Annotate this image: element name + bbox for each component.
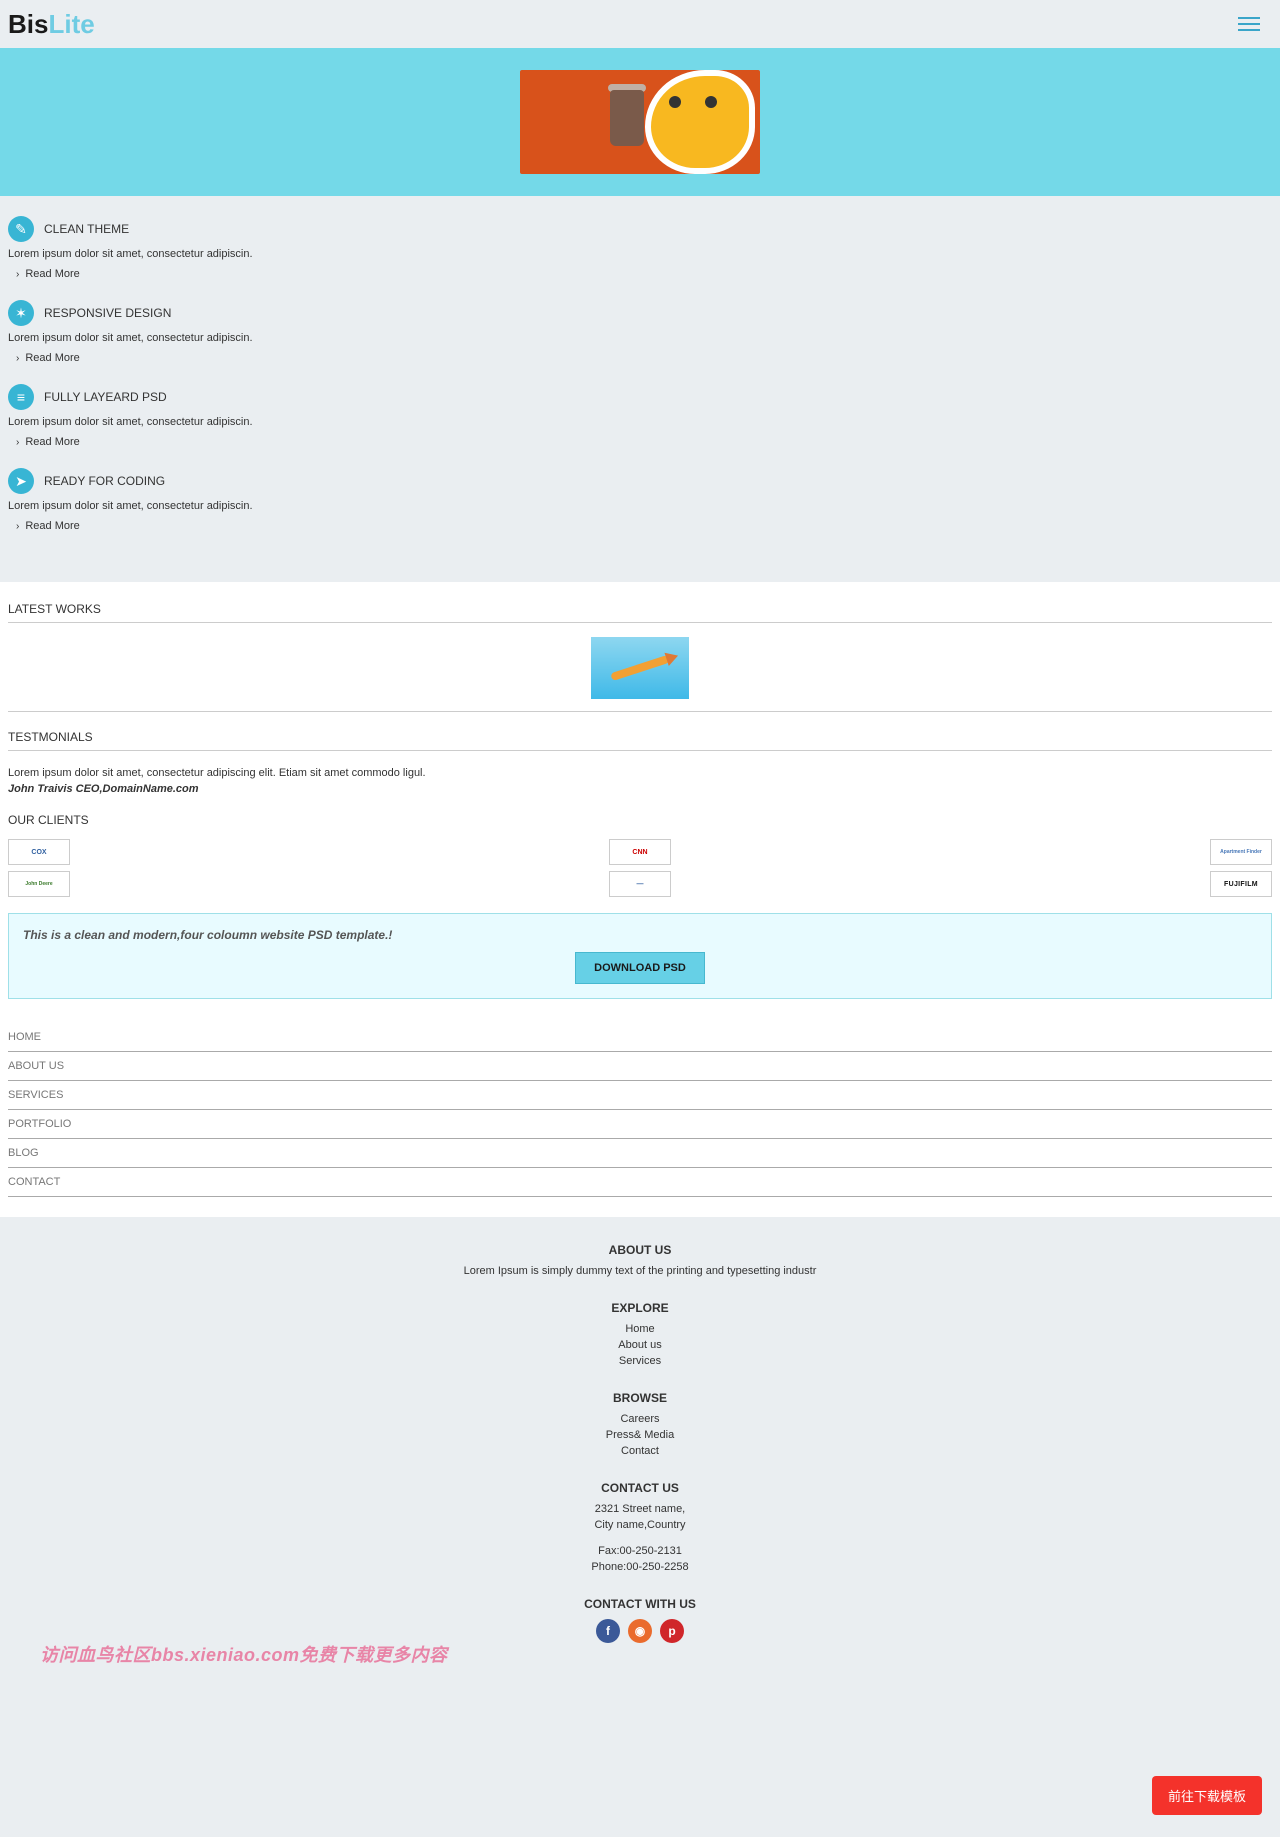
facebook-icon[interactable]: f bbox=[596, 1619, 620, 1643]
testimonial-text: Lorem ipsum dolor sit amet, consectetur … bbox=[8, 767, 1272, 779]
client-logo[interactable]: — bbox=[609, 871, 671, 897]
footer-link[interactable]: Services bbox=[8, 1355, 1272, 1367]
main-content: LATEST WORKS TESTMONIALS Lorem ipsum dol… bbox=[0, 582, 1280, 1217]
topbar: BisLite bbox=[0, 0, 1280, 48]
footer-browse: BROWSE Careers Press& Media Contact bbox=[8, 1391, 1272, 1457]
footer-link[interactable]: About us bbox=[8, 1339, 1272, 1351]
footer-phone: Phone:00-250-2258 bbox=[8, 1561, 1272, 1573]
nav-portfolio[interactable]: PORTFOLIO bbox=[8, 1110, 1272, 1139]
feature-item: ✶ RESPONSIVE DESIGN Lorem ipsum dolor si… bbox=[8, 300, 1272, 364]
cursor-icon: ➤ bbox=[8, 468, 34, 494]
work-thumbnail[interactable] bbox=[591, 637, 689, 699]
download-banner: This is a clean and modern,four coloumn … bbox=[8, 913, 1272, 999]
footer-address-2: City name,Country bbox=[8, 1519, 1272, 1531]
footer-explore-title: EXPLORE bbox=[8, 1301, 1272, 1315]
footer-link[interactable]: Home bbox=[8, 1323, 1272, 1335]
download-button[interactable]: DOWNLOAD PSD bbox=[575, 952, 705, 984]
logo-part-1: Bis bbox=[8, 9, 48, 39]
chevron-right-icon: › bbox=[16, 353, 19, 364]
clients-grid: COX CNN Apartment Finder John Deere — FU… bbox=[8, 833, 1272, 913]
feature-title: FULLY LAYEARD PSD bbox=[44, 390, 167, 404]
read-more-link[interactable]: ›Read More bbox=[16, 520, 1272, 532]
footer: ABOUT US Lorem Ipsum is simply dummy tex… bbox=[0, 1217, 1280, 1683]
expand-icon: ✶ bbox=[8, 300, 34, 326]
client-logo[interactable]: FUJIFILM bbox=[1210, 871, 1272, 897]
footer-link[interactable]: Press& Media bbox=[8, 1429, 1272, 1441]
read-more-link[interactable]: ›Read More bbox=[16, 352, 1272, 364]
feature-item: ✎ CLEAN THEME Lorem ipsum dolor sit amet… bbox=[8, 216, 1272, 280]
chevron-right-icon: › bbox=[16, 521, 19, 532]
footer-about-text: Lorem Ipsum is simply dummy text of the … bbox=[8, 1265, 1272, 1277]
read-more-link[interactable]: ›Read More bbox=[16, 436, 1272, 448]
testimonial-author: John Traivis CEO,DomainName.com bbox=[8, 783, 1272, 795]
client-logo[interactable]: Apartment Finder bbox=[1210, 839, 1272, 865]
footer-fax: Fax:00-250-2131 bbox=[8, 1545, 1272, 1557]
feature-desc: Lorem ipsum dolor sit amet, consectetur … bbox=[8, 416, 1272, 428]
nav-about[interactable]: ABOUT US bbox=[8, 1052, 1272, 1081]
hero-banner bbox=[0, 48, 1280, 196]
logo[interactable]: BisLite bbox=[8, 9, 95, 40]
watermark-text: 访问血鸟社区bbs.xieniao.com免费下载更多内容 bbox=[40, 1641, 448, 1667]
client-logo[interactable]: COX bbox=[8, 839, 70, 865]
logo-part-2: Lite bbox=[48, 9, 94, 39]
feature-desc: Lorem ipsum dolor sit amet, consectetur … bbox=[8, 500, 1272, 512]
pencil-icon: ✎ bbox=[8, 216, 34, 242]
dribbble-icon[interactable]: ◉ bbox=[628, 1619, 652, 1643]
client-logo[interactable]: CNN bbox=[609, 839, 671, 865]
footer-address-1: 2321 Street name, bbox=[8, 1503, 1272, 1515]
footer-explore: EXPLORE Home About us Services bbox=[8, 1301, 1272, 1367]
feature-item: ≡ FULLY LAYEARD PSD Lorem ipsum dolor si… bbox=[8, 384, 1272, 448]
footer-browse-title: BROWSE bbox=[8, 1391, 1272, 1405]
testimonial: Lorem ipsum dolor sit amet, consectetur … bbox=[8, 757, 1272, 809]
floating-download-button[interactable]: 前往下载模板 bbox=[1152, 1776, 1262, 1815]
footer-social: CONTACT WITH US f ◉ p bbox=[8, 1597, 1272, 1643]
footer-about: ABOUT US Lorem Ipsum is simply dummy tex… bbox=[8, 1243, 1272, 1277]
footer-contact: CONTACT US 2321 Street name, City name,C… bbox=[8, 1481, 1272, 1573]
hero-image bbox=[520, 70, 760, 174]
features-section: ✎ CLEAN THEME Lorem ipsum dolor sit amet… bbox=[0, 196, 1280, 582]
download-text: This is a clean and modern,four coloumn … bbox=[23, 928, 1257, 942]
works-gallery bbox=[8, 629, 1272, 712]
page-nav-list: HOME ABOUT US SERVICES PORTFOLIO BLOG CO… bbox=[8, 1023, 1272, 1197]
nav-blog[interactable]: BLOG bbox=[8, 1139, 1272, 1168]
footer-contact-title: CONTACT US bbox=[8, 1481, 1272, 1495]
hamburger-menu-icon[interactable] bbox=[1238, 17, 1260, 31]
client-logo[interactable]: John Deere bbox=[8, 871, 70, 897]
feature-desc: Lorem ipsum dolor sit amet, consectetur … bbox=[8, 332, 1272, 344]
testimonials-heading: TESTMONIALS bbox=[8, 730, 1272, 751]
nav-contact[interactable]: CONTACT bbox=[8, 1168, 1272, 1197]
feature-title: RESPONSIVE DESIGN bbox=[44, 306, 171, 320]
feature-title: CLEAN THEME bbox=[44, 222, 129, 236]
footer-about-title: ABOUT US bbox=[8, 1243, 1272, 1257]
feature-desc: Lorem ipsum dolor sit amet, consectetur … bbox=[8, 248, 1272, 260]
nav-home[interactable]: HOME bbox=[8, 1023, 1272, 1052]
footer-social-title: CONTACT WITH US bbox=[8, 1597, 1272, 1611]
layers-icon: ≡ bbox=[8, 384, 34, 410]
chevron-right-icon: › bbox=[16, 437, 19, 448]
chevron-right-icon: › bbox=[16, 269, 19, 280]
footer-link[interactable]: Careers bbox=[8, 1413, 1272, 1425]
feature-item: ➤ READY FOR CODING Lorem ipsum dolor sit… bbox=[8, 468, 1272, 532]
read-more-link[interactable]: ›Read More bbox=[16, 268, 1272, 280]
pinterest-icon[interactable]: p bbox=[660, 1619, 684, 1643]
latest-works-heading: LATEST WORKS bbox=[8, 602, 1272, 623]
footer-link[interactable]: Contact bbox=[8, 1445, 1272, 1457]
nav-services[interactable]: SERVICES bbox=[8, 1081, 1272, 1110]
clients-heading: OUR CLIENTS bbox=[8, 813, 1272, 833]
feature-title: READY FOR CODING bbox=[44, 474, 165, 488]
